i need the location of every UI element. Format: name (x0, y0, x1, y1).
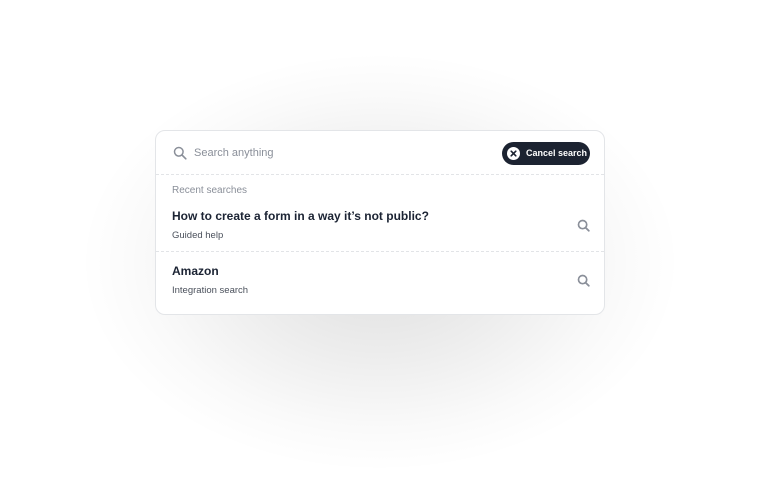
recent-search-title: How to create a form in a way it’s not p… (172, 209, 429, 223)
search-input[interactable] (194, 143, 494, 163)
recent-search-subtitle: Guided help (172, 230, 224, 241)
recent-search-item[interactable]: Amazon Integration search (156, 252, 604, 307)
cancel-search-label: Cancel search (526, 148, 588, 158)
close-circle-icon (507, 147, 520, 160)
search-icon (577, 219, 590, 232)
recent-search-subtitle: Integration search (172, 285, 249, 296)
recent-search-title: Amazon (172, 264, 219, 278)
search-panel: Cancel search Recent searches How to cre… (155, 130, 605, 315)
search-icon (577, 274, 590, 287)
cancel-search-button[interactable]: Cancel search (502, 142, 590, 165)
search-bar: Cancel search (156, 131, 604, 175)
search-icon (173, 146, 187, 160)
recent-search-item[interactable]: How to create a form in a way it’s not p… (156, 197, 604, 252)
recent-searches-heading: Recent searches (172, 185, 248, 196)
